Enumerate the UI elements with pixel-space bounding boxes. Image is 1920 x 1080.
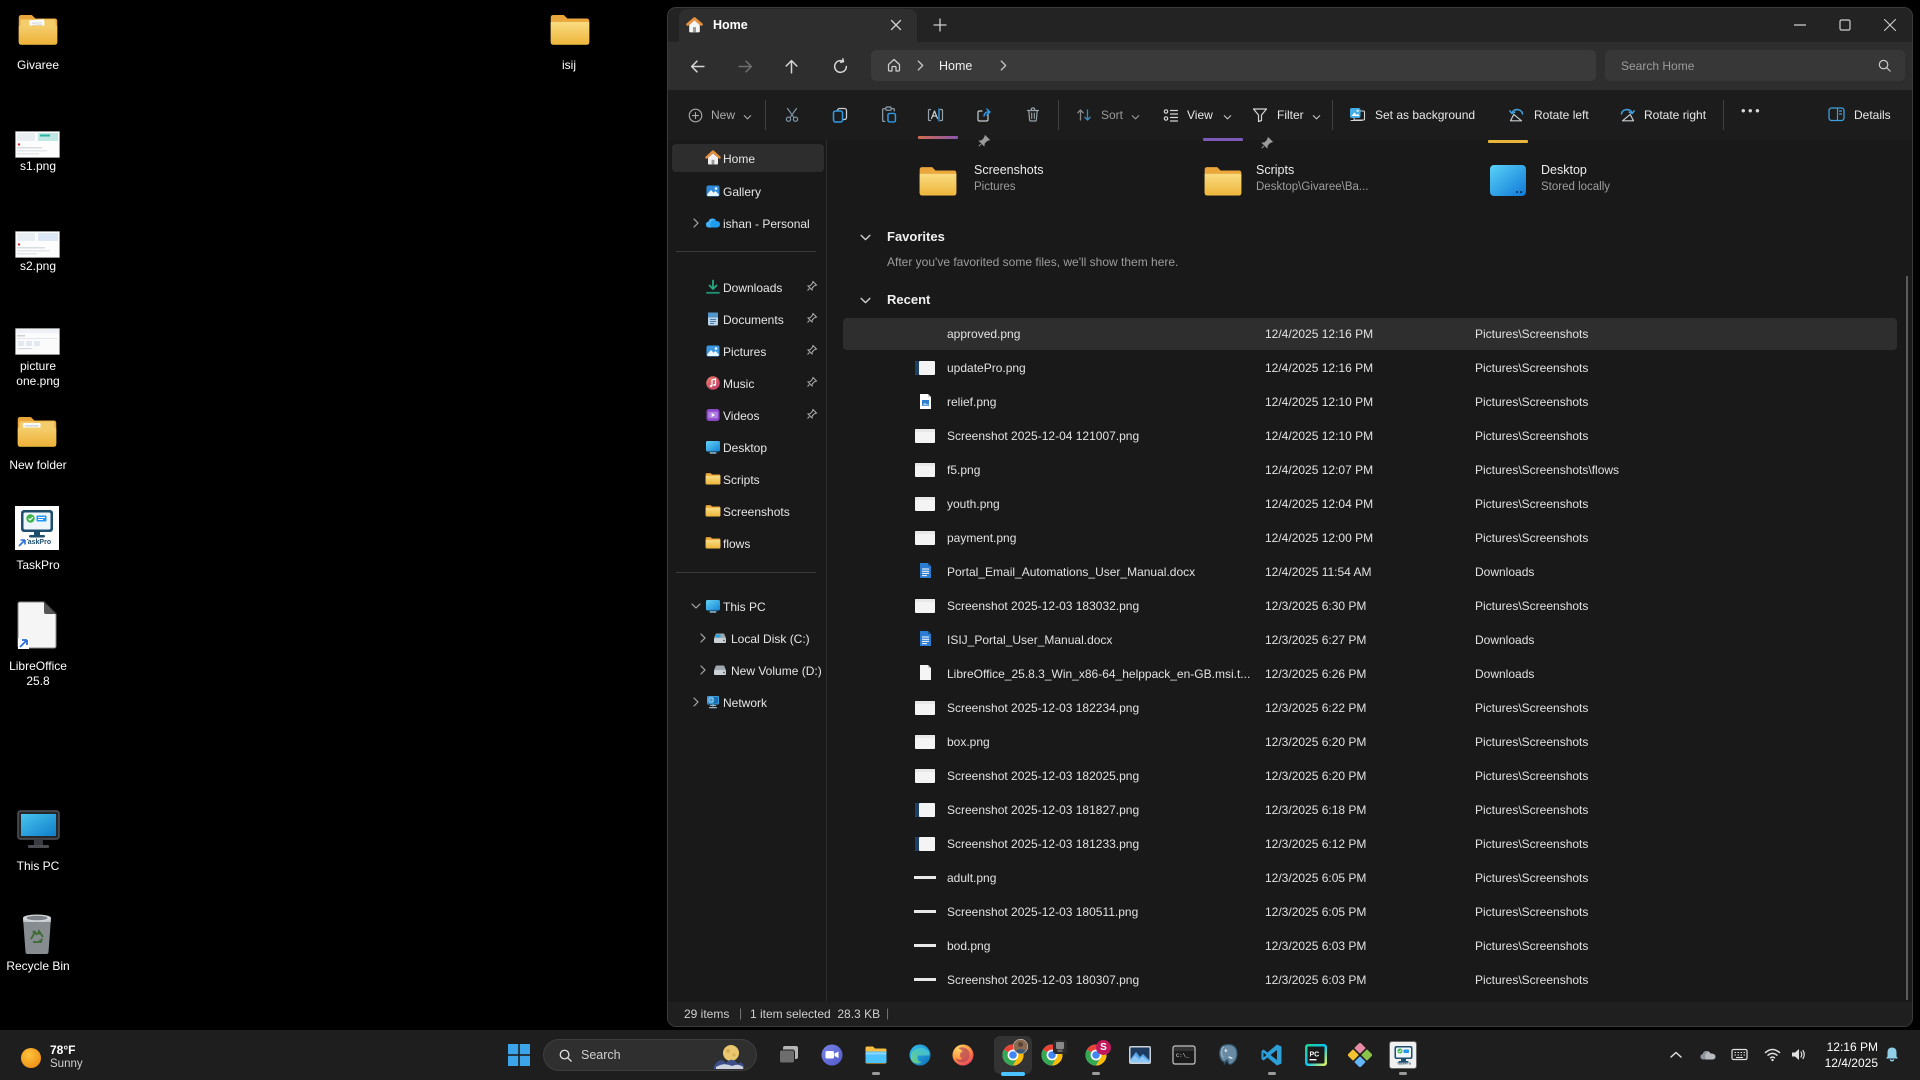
svg-text:TaskPro: TaskPro	[24, 539, 51, 546]
svg-text:C:\_: C:\_	[1176, 1052, 1190, 1059]
svg-text:TaskPro: TaskPro	[1397, 1062, 1412, 1066]
svg-text:PC: PC	[1310, 1052, 1320, 1059]
